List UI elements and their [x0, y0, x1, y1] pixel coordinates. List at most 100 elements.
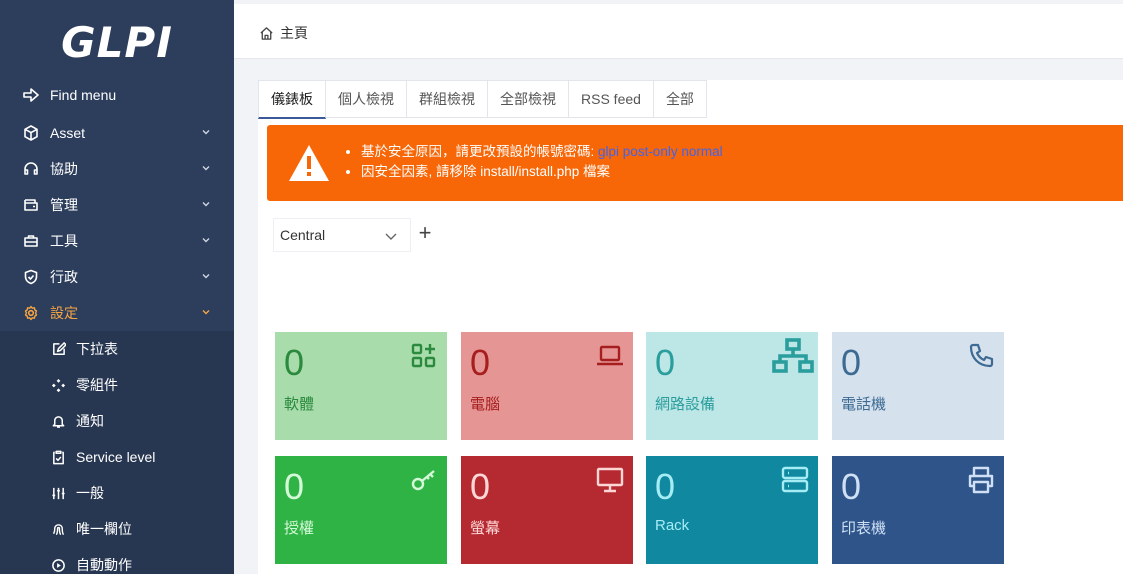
sidebar-item-label: 行政: [50, 269, 78, 285]
server-icon: [781, 466, 809, 493]
clipboard-check-icon: [50, 449, 66, 465]
alert-line-password: 基於安全原因，請更改預設的帳號密碼: glpi post-only normal: [361, 142, 723, 162]
sidebar-item-management[interactable]: 管理: [0, 187, 234, 223]
fingerprint-icon: [50, 521, 66, 537]
shield-check-icon: [22, 268, 40, 286]
submenu-item-label: 零組件: [76, 377, 118, 393]
sidebar-item-tools[interactable]: 工具: [0, 223, 234, 259]
laptop-icon: [597, 345, 623, 366]
card-network-devices[interactable]: 0 網路設備: [646, 332, 818, 440]
arrow-right-icon: [22, 86, 40, 104]
sidebar-item-label: Asset: [50, 125, 86, 141]
submenu-item-label: 一般: [76, 485, 104, 501]
card-label: 印表機: [841, 520, 887, 537]
tab-global-view[interactable]: 全部檢視: [488, 80, 569, 118]
submenu-item-label: Service level: [76, 449, 156, 465]
card-value: 0: [655, 466, 676, 507]
sidebar-item-administration[interactable]: 行政: [0, 259, 234, 295]
submenu-item-notifications[interactable]: 通知: [0, 403, 234, 439]
bell-icon: [50, 413, 66, 429]
sidebar: GLPI Find menu Asset 協助 管理 工具 行政 設定 下拉表 …: [0, 0, 234, 574]
card-licenses[interactable]: 0 授權: [275, 456, 447, 564]
card-value: 0: [284, 466, 305, 507]
alert-text: 基於安全原因，請更改預設的帳號密碼:: [361, 144, 595, 159]
components-icon: [50, 377, 66, 393]
chevron-down-icon: [385, 233, 397, 240]
submenu-item-label: 下拉表: [76, 341, 118, 357]
headset-icon: [22, 160, 40, 178]
setup-submenu: 下拉表 零組件 通知 Service level 一般 唯一欄位 自動動作: [0, 331, 234, 574]
network-icon: [772, 338, 814, 373]
submenu-item-general[interactable]: 一般: [0, 475, 234, 511]
card-value: 0: [470, 342, 491, 383]
chevron-down-icon: [202, 238, 210, 243]
chevron-down-icon: [202, 202, 210, 207]
card-value: 0: [841, 466, 862, 507]
sidebar-item-setup[interactable]: 設定: [0, 295, 234, 331]
submenu-item-label: 通知: [76, 413, 104, 429]
dashboard-select-value: Central: [280, 227, 326, 243]
card-printers[interactable]: 0 印表機: [832, 456, 1004, 564]
submenu-item-automatic-actions[interactable]: 自動動作: [0, 547, 234, 574]
change-password-link[interactable]: glpi post-only normal: [598, 144, 723, 159]
sidebar-item-label: 管理: [50, 197, 78, 213]
edit-icon: [50, 341, 66, 357]
card-value: 0: [655, 342, 676, 383]
sidebar-item-find-menu[interactable]: Find menu: [0, 77, 234, 113]
tab-group-view[interactable]: 群組檢視: [407, 80, 488, 118]
submenu-item-unique-fields[interactable]: 唯一欄位: [0, 511, 234, 547]
gear-icon: [22, 304, 40, 322]
home-icon: [260, 26, 273, 40]
tab-all[interactable]: 全部: [653, 80, 707, 118]
tab-bar: 儀錶板 個人檢視 群組檢視 全部檢視 RSS feed 全部: [258, 80, 707, 119]
card-label: 軟體: [284, 396, 315, 413]
card-label: Rack: [655, 517, 690, 534]
card-value: 0: [284, 342, 305, 383]
warning-icon: [289, 145, 329, 181]
card-label: 螢幕: [470, 520, 501, 537]
add-dashboard-button[interactable]: +: [415, 222, 435, 246]
tab-personal-view[interactable]: 個人檢視: [326, 80, 407, 118]
dashboard-select[interactable]: Central: [273, 218, 411, 252]
sidebar-item-label: 設定: [50, 305, 78, 321]
chevron-down-icon: [202, 130, 210, 135]
adjustments-icon: [50, 485, 66, 501]
card-phones[interactable]: 0 電話機: [832, 332, 1004, 440]
submenu-item-components[interactable]: 零組件: [0, 367, 234, 403]
sidebar-item-label: 工具: [50, 233, 78, 249]
tab-dashboard[interactable]: 儀錶板: [258, 80, 326, 119]
key-icon: [411, 470, 435, 491]
submenu-item-dropdowns[interactable]: 下拉表: [0, 331, 234, 367]
phone-icon: [969, 343, 994, 368]
chevron-down-icon: [202, 166, 210, 171]
card-value: 0: [841, 342, 862, 383]
glpi-logo[interactable]: GLPI: [0, 18, 234, 67]
chevron-down-icon: [202, 274, 210, 279]
printer-icon: [968, 466, 994, 494]
cube-icon: [22, 124, 40, 142]
sidebar-item-label: 協助: [50, 161, 78, 177]
card-computers[interactable]: 0 電腦: [461, 332, 633, 440]
breadcrumb[interactable]: 主頁: [259, 23, 308, 43]
breadcrumb-home[interactable]: 主頁: [280, 23, 308, 43]
alert-line-install: 因安全因素, 請移除 install/install.php 檔案: [361, 162, 723, 182]
sidebar-item-assistance[interactable]: 協助: [0, 151, 234, 187]
tab-rss-feed[interactable]: RSS feed: [569, 80, 654, 118]
card-value: 0: [470, 466, 491, 507]
card-label: 電腦: [470, 396, 501, 413]
security-warning-alert: 基於安全原因，請更改預設的帳號密碼: glpi post-only normal…: [267, 125, 1123, 201]
briefcase-icon: [22, 232, 40, 250]
sidebar-item-asset[interactable]: Asset: [0, 115, 234, 151]
submenu-item-label: 唯一欄位: [76, 521, 132, 537]
card-racks[interactable]: 0 Rack: [646, 456, 818, 564]
wallet-icon: [22, 196, 40, 214]
card-label: 授權: [284, 520, 315, 537]
submenu-item-service-level[interactable]: Service level: [0, 439, 234, 475]
submenu-item-label: 自動動作: [76, 557, 132, 573]
sidebar-item-label: Find menu: [50, 87, 117, 103]
card-label: 電話機: [841, 396, 887, 413]
card-software[interactable]: 0 軟體: [275, 332, 447, 440]
monitor-icon: [596, 467, 624, 493]
card-monitors[interactable]: 0 螢幕: [461, 456, 633, 564]
settings-automation-icon: [50, 557, 66, 573]
